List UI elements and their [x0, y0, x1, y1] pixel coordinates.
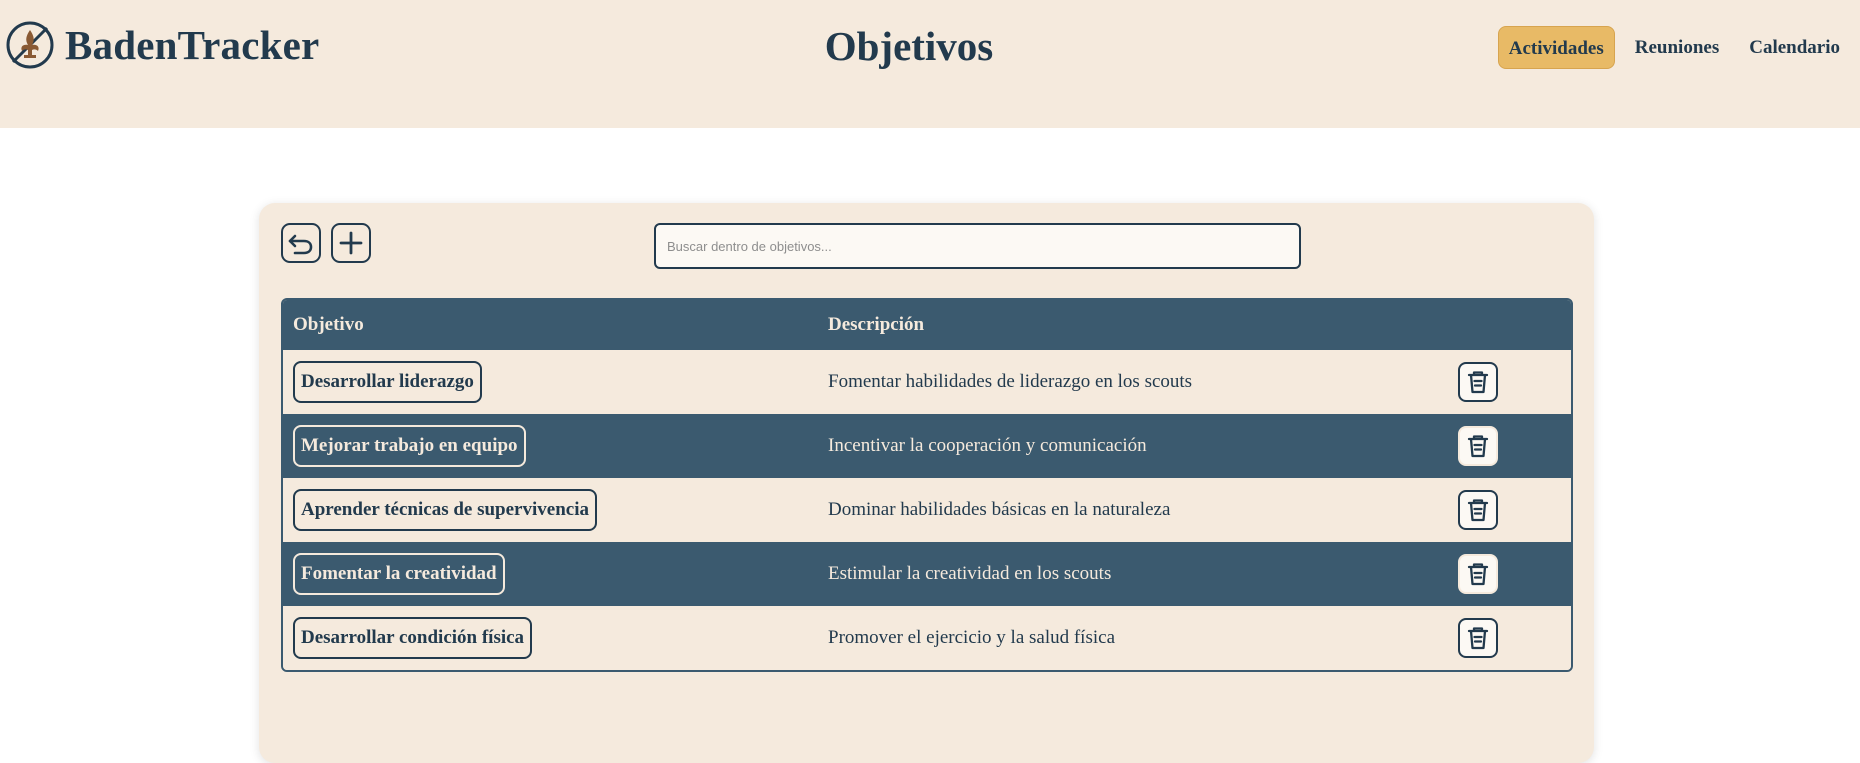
objective-description: Fomentar habilidades de liderazgo en los…: [828, 371, 1193, 392]
main-nav: Actividades Reuniones Calendario: [1497, 26, 1860, 69]
undo-arrow-icon: [288, 234, 313, 255]
plus-icon: [339, 231, 363, 255]
table-row: Aprender técnicas de supervivencia Domin…: [283, 478, 1571, 542]
trash-icon: [1467, 563, 1489, 586]
search-input[interactable]: [654, 223, 1301, 269]
objective-description: Incentivar la cooperación y comunicación: [828, 435, 1147, 456]
table-row: Mejorar trabajo en equipo Incentivar la …: [283, 414, 1571, 478]
objective-button[interactable]: Desarrollar condición física: [293, 617, 533, 659]
delete-button[interactable]: [1458, 618, 1498, 658]
table-row: Desarrollar liderazgo Fomentar habilidad…: [283, 350, 1571, 414]
table-row: Desarrollar condición física Promover el…: [283, 606, 1571, 670]
app-header: BadenTracker Objetivos Actividades Reuni…: [0, 0, 1860, 128]
trash-icon: [1467, 499, 1489, 522]
objective-description: Estimular la creatividad en los scouts: [828, 563, 1112, 584]
column-header-objetivo: Objetivo: [293, 314, 364, 335]
back-button[interactable]: [281, 223, 321, 263]
nav-actividades[interactable]: Actividades: [1497, 26, 1615, 69]
nav-reuniones[interactable]: Reuniones: [1625, 26, 1729, 69]
objectives-card: Objetivo Descripción Desarrollar lideraz…: [259, 203, 1594, 763]
table-header: Objetivo Descripción: [283, 300, 1571, 350]
trash-icon: [1467, 371, 1489, 394]
trash-icon: [1467, 435, 1489, 458]
trash-icon: [1467, 627, 1489, 650]
table-row: Fomentar la creatividad Estimular la cre…: [283, 542, 1571, 606]
objective-button[interactable]: Aprender técnicas de supervivencia: [293, 489, 597, 531]
objectives-table: Objetivo Descripción Desarrollar lideraz…: [281, 298, 1573, 672]
nav-calendario[interactable]: Calendario: [1739, 26, 1850, 69]
delete-button[interactable]: [1458, 426, 1498, 466]
delete-button[interactable]: [1458, 362, 1498, 402]
objective-description: Dominar habilidades básicas en la natura…: [828, 499, 1171, 520]
objective-description: Promover el ejercicio y la salud física: [828, 627, 1116, 648]
objective-button[interactable]: Desarrollar liderazgo: [293, 361, 482, 403]
objective-button[interactable]: Fomentar la creatividad: [293, 553, 505, 595]
objective-button[interactable]: Mejorar trabajo en equipo: [293, 425, 526, 467]
delete-button[interactable]: [1458, 490, 1498, 530]
column-header-descripcion: Descripción: [828, 314, 925, 335]
delete-button[interactable]: [1458, 554, 1498, 594]
add-objective-button[interactable]: [331, 223, 371, 263]
